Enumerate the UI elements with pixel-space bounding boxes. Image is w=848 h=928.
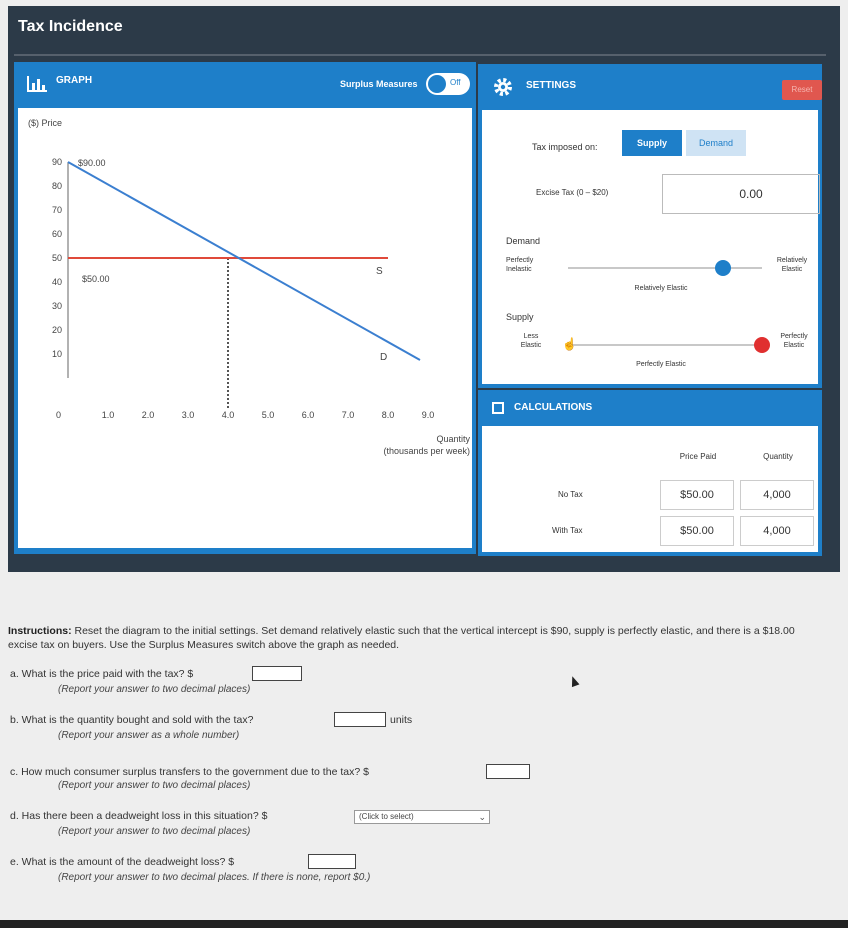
- title-divider: [14, 54, 826, 56]
- settings-panel: SETTINGS Reset Tax imposed on: Supply De…: [478, 64, 822, 388]
- with-tax-row-label: With Tax: [552, 526, 583, 535]
- settings-label: SETTINGS: [526, 80, 577, 91]
- question-e: e. What is the amount of the deadweight …: [10, 856, 235, 868]
- question-d: d. Has there been a deadweight loss in t…: [10, 810, 268, 822]
- y-tick-label: 30: [52, 301, 62, 311]
- y-tick-label: 10: [52, 349, 62, 359]
- question-d-note: (Report your answer to two decimal place…: [58, 826, 251, 837]
- bar-chart-icon: [27, 76, 47, 92]
- gear-icon: [494, 78, 512, 96]
- x-tick-label: 4.0: [222, 410, 235, 420]
- supply-left-label: Less Elastic: [520, 333, 542, 349]
- tax-incidence-app: Tax Incidence GRAPH Surplus Measures Off…: [8, 6, 840, 572]
- demand-elasticity-slider[interactable]: [715, 260, 732, 276]
- with-tax-price-paid: $50.00: [660, 516, 734, 546]
- supply-curve-label: S: [376, 266, 383, 277]
- answer-a-input[interactable]: [252, 666, 302, 681]
- graph-label: GRAPH: [56, 75, 93, 86]
- x-axis-label-line1: Quantity: [436, 434, 470, 444]
- x-tick-label: 3.0: [182, 410, 195, 420]
- x-axis-label-line2: (thousands per week): [383, 446, 470, 456]
- toggle-knob: [428, 75, 446, 93]
- x-tick-label: 1.0: [102, 410, 115, 420]
- answer-e-input[interactable]: [308, 854, 356, 869]
- demand-intercept-label: $90.00: [78, 158, 106, 168]
- bottom-bar: [0, 920, 848, 928]
- calculations-header: CALCULATIONS: [482, 390, 818, 426]
- answer-b-input[interactable]: [334, 712, 386, 727]
- surplus-measures-label: Surplus Measures: [340, 79, 418, 89]
- demand-right-label: Relatively Elastic: [776, 257, 808, 273]
- y-tick-label: 20: [52, 325, 62, 335]
- instructions-text: Instructions: Reset the diagram to the i…: [8, 624, 808, 652]
- demand-section-label: Demand: [506, 236, 541, 246]
- supply-section-label: Supply: [506, 312, 534, 322]
- no-tax-price-paid: $50.00: [660, 480, 734, 510]
- with-tax-quantity: 4,000: [740, 516, 814, 546]
- x-tick-label: 9.0: [422, 410, 435, 420]
- demand-curve-label: D: [380, 352, 387, 363]
- reset-button[interactable]: Reset: [782, 80, 822, 100]
- chevron-down-icon: ⌄: [478, 812, 486, 822]
- question-a: a. What is the price paid with the tax? …: [10, 668, 194, 680]
- x-tick-label: 7.0: [342, 410, 355, 420]
- demand-current-label: Relatively Elastic: [634, 285, 688, 292]
- question-a-note: (Report your answer to two decimal place…: [58, 684, 251, 695]
- x-tick-label: 5.0: [262, 410, 275, 420]
- calculations-panel: CALCULATIONS Price Paid Quantity No Tax …: [478, 390, 822, 556]
- graph-area: ($) Price 90 80 70 60 50 40 30 20 10 0 1.0 2.0 3.0 4…: [18, 108, 472, 548]
- answer-d-select-value: (Click to select): [359, 812, 414, 821]
- supply-current-label: Perfectly Elastic: [636, 361, 686, 368]
- question-c: c. How much consumer surplus transfers t…: [10, 766, 369, 778]
- demand-curve[interactable]: [67, 161, 421, 361]
- toggle-state: Off: [450, 78, 461, 87]
- graph-panel: GRAPH Surplus Measures Off ($) Price 90 8…: [14, 62, 476, 554]
- answer-d-select[interactable]: (Click to select) ⌄: [354, 810, 490, 824]
- settings-header: SETTINGS Reset: [482, 64, 822, 110]
- instructions-body: Reset the diagram to the initial setting…: [8, 625, 795, 651]
- question-b-unit: units: [390, 714, 413, 726]
- origin-label: 0: [56, 410, 61, 420]
- supply-price-label: $50.00: [82, 274, 110, 284]
- supply-elasticity-track[interactable]: [568, 344, 762, 346]
- graph-header: GRAPH Surplus Measures Off: [14, 62, 476, 108]
- hand-cursor-icon: ☝: [562, 337, 577, 351]
- app-title: Tax Incidence: [18, 18, 123, 35]
- supply-elasticity-slider[interactable]: [754, 337, 770, 353]
- answer-c-input[interactable]: [486, 764, 530, 779]
- question-e-note: (Report your answer to two decimal place…: [58, 872, 371, 883]
- y-tick-label: 60: [52, 229, 62, 239]
- mouse-pointer-icon: [568, 674, 580, 688]
- tax-imposed-label: Tax imposed on:: [532, 142, 598, 152]
- y-tick-label: 90: [52, 157, 62, 167]
- no-tax-quantity: 4,000: [740, 480, 814, 510]
- instructions-lead: Instructions:: [8, 625, 72, 637]
- x-tick-label: 2.0: [142, 410, 155, 420]
- supply-demand-chart: ($) Price 90 80 70 60 50 40 30 20 10 0 1.0 2.0 3.0 4…: [28, 118, 470, 456]
- tax-on-supply-button[interactable]: Supply: [622, 130, 682, 156]
- tax-on-demand-button[interactable]: Demand: [686, 130, 746, 156]
- y-tick-label: 50: [52, 253, 62, 263]
- y-tick-label: 80: [52, 181, 62, 191]
- demand-left-label: Perfectly Inelastic: [506, 257, 534, 273]
- y-tick-label: 70: [52, 205, 62, 215]
- supply-right-label: Perfectly Elastic: [780, 333, 808, 349]
- calculations-label: CALCULATIONS: [514, 402, 593, 413]
- question-c-note: (Report your answer to two decimal place…: [58, 780, 251, 791]
- question-b: b. What is the quantity bought and sold …: [10, 714, 254, 726]
- y-tick-label: 40: [52, 277, 62, 287]
- demand-elasticity-track[interactable]: [568, 267, 762, 269]
- calculator-icon: [492, 402, 504, 414]
- surplus-measures-toggle[interactable]: Off: [426, 73, 470, 95]
- x-tick-label: 8.0: [382, 410, 395, 420]
- x-tick-label: 6.0: [302, 410, 315, 420]
- quantity-header: Quantity: [763, 452, 793, 461]
- excise-tax-label: Excise Tax (0 – $20): [536, 188, 609, 197]
- question-b-note: (Report your answer as a whole number): [58, 730, 240, 741]
- no-tax-row-label: No Tax: [558, 490, 583, 499]
- excise-tax-input[interactable]: 0.00: [662, 174, 820, 214]
- y-axis-label: ($) Price: [28, 118, 62, 128]
- price-paid-header: Price Paid: [679, 452, 717, 461]
